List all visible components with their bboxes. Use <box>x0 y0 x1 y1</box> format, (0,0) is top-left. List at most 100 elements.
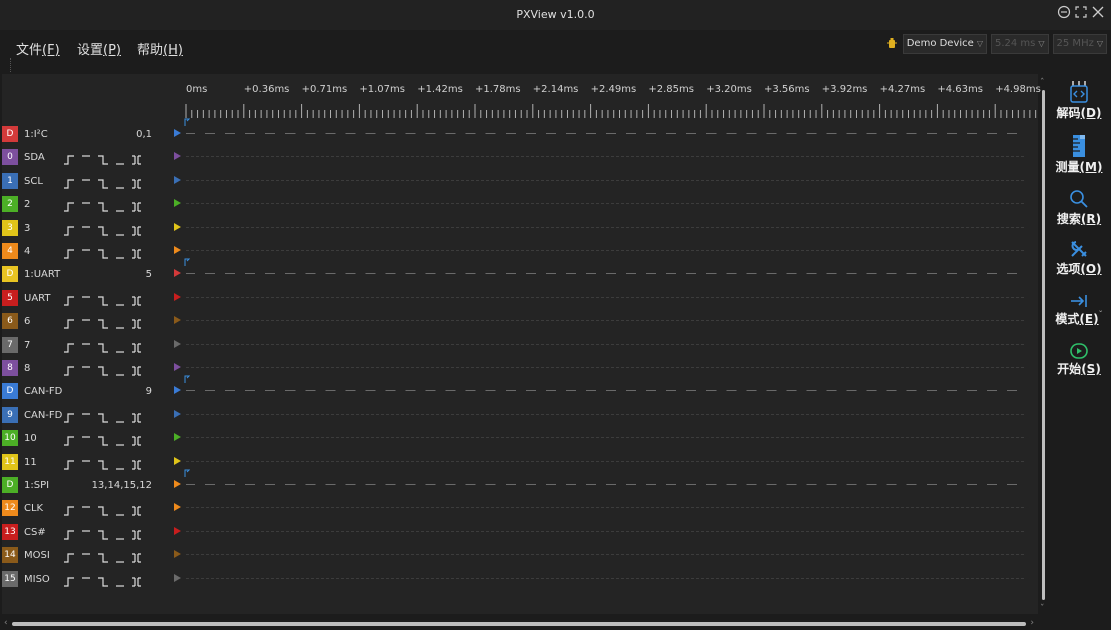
channel-badge[interactable]: 12 <box>2 500 18 517</box>
channel-badge[interactable]: 11 <box>2 453 18 470</box>
channel-name[interactable]: 1:I²C <box>24 129 48 140</box>
channel-badge[interactable]: 3 <box>2 219 18 236</box>
channel-marker-icon[interactable] <box>174 409 181 418</box>
channel-marker-icon[interactable] <box>174 129 181 137</box>
toolbar-grip[interactable] <box>10 58 13 72</box>
channel-marker-icon[interactable] <box>174 222 181 231</box>
decoder-row[interactable]: D 1:UART 5 <box>2 258 1032 285</box>
channel-badge[interactable]: 6 <box>2 313 18 330</box>
signal-trace[interactable] <box>186 554 1024 556</box>
mode-button[interactable]: 模式(E)ˇ <box>1050 292 1108 327</box>
signal-trace[interactable] <box>186 507 1024 509</box>
trigger-selector-icons[interactable] <box>62 339 154 358</box>
channel-marker-icon[interactable] <box>174 292 181 301</box>
channel-marker-icon[interactable] <box>174 433 181 442</box>
decode-button[interactable]: 解码(D) <box>1050 84 1108 121</box>
horizontal-scroll-thumb[interactable] <box>12 622 1026 626</box>
signal-trace[interactable] <box>186 413 1024 415</box>
channel-name[interactable]: 7 <box>24 340 30 351</box>
channel-row[interactable]: 33 <box>2 216 1032 239</box>
trigger-selector-icons[interactable] <box>62 292 154 311</box>
menu-file[interactable]: 文件(F) <box>16 39 60 58</box>
channel-marker-icon[interactable] <box>174 339 181 348</box>
channel-name[interactable]: MISO <box>24 574 50 585</box>
channel-name[interactable]: 4 <box>24 246 30 257</box>
channel-marker-icon[interactable] <box>174 316 181 325</box>
signal-trace[interactable] <box>186 367 1024 368</box>
trigger-selector-icons[interactable] <box>62 362 154 381</box>
signal-trace[interactable] <box>186 530 1024 532</box>
channel-badge[interactable]: 13 <box>2 523 18 540</box>
vertical-scrollbar[interactable]: ˆ ˇ <box>1040 78 1048 614</box>
channel-badge[interactable]: 4 <box>2 243 18 259</box>
trigger-selector-icons[interactable] <box>62 432 154 451</box>
channel-name[interactable]: 10 <box>24 433 37 444</box>
signal-trace[interactable] <box>186 577 1024 579</box>
signal-trace[interactable] <box>186 460 1024 462</box>
channel-marker-icon[interactable] <box>174 550 181 559</box>
channel-row[interactable]: 77 <box>2 333 1032 356</box>
measure-button[interactable]: 测量(M) <box>1050 134 1108 175</box>
signal-trace[interactable] <box>186 437 1024 439</box>
channel-badge[interactable]: 7 <box>2 336 18 353</box>
channel-badge[interactable]: 8 <box>2 360 18 376</box>
channel-badge[interactable]: 2 <box>2 196 18 213</box>
close-icon[interactable] <box>1091 5 1105 19</box>
channel-marker-icon[interactable] <box>174 175 181 184</box>
signal-trace[interactable] <box>186 226 1024 228</box>
trigger-selector-icons[interactable] <box>62 315 154 334</box>
channel-name[interactable]: 6 <box>24 316 30 327</box>
vertical-scroll-thumb[interactable] <box>1042 90 1045 600</box>
decoder-row[interactable]: D 1:I²C 0,1 <box>2 118 1032 145</box>
channel-marker-icon[interactable] <box>174 480 181 488</box>
horizontal-scrollbar[interactable]: ‹ › <box>4 618 1034 628</box>
channel-name[interactable]: 1:SPI <box>24 480 49 491</box>
decoder-row[interactable]: D CAN-FD 9 <box>2 375 1032 402</box>
channel-badge[interactable]: 1 <box>2 172 18 189</box>
channel-badge[interactable]: 5 <box>2 289 18 306</box>
trigger-selector-icons[interactable] <box>62 175 154 194</box>
trigger-selector-icons[interactable] <box>62 222 154 241</box>
trigger-selector-icons[interactable] <box>62 151 154 170</box>
decoder-trace[interactable] <box>186 390 1024 392</box>
trigger-selector-icons[interactable] <box>62 573 154 592</box>
menu-help[interactable]: 帮助(H) <box>137 39 183 58</box>
channel-name[interactable]: UART <box>24 293 51 304</box>
scroll-right-icon[interactable]: › <box>1030 618 1034 628</box>
channel-name[interactable]: SDA <box>24 152 45 163</box>
signal-trace[interactable] <box>186 343 1024 345</box>
channel-badge[interactable]: D <box>2 266 18 283</box>
channel-badge[interactable]: 15 <box>2 570 18 587</box>
channel-badge[interactable]: 0 <box>2 149 18 166</box>
channel-name[interactable]: 3 <box>24 223 30 234</box>
channel-name[interactable]: CS# <box>24 527 46 538</box>
channel-badge[interactable]: D <box>2 126 18 142</box>
channel-row[interactable]: 10 10 <box>2 426 1032 449</box>
channel-row[interactable]: 1 SCL <box>2 169 1032 192</box>
options-button[interactable]: 选项(O) <box>1050 238 1108 277</box>
channel-row[interactable]: 44 <box>2 239 1032 262</box>
channel-row[interactable]: 5 UART <box>2 286 1032 309</box>
decoder-trace[interactable] <box>186 484 1024 485</box>
channel-marker-icon[interactable] <box>174 152 181 161</box>
time-ruler[interactable]: 0ms +0.36ms +0.71ms +1.07ms +1.42ms +1.78ms +2… <box>178 74 1041 122</box>
trigger-selector-icons[interactable] <box>62 549 154 568</box>
decoder-trace[interactable] <box>186 133 1024 134</box>
channel-marker-icon[interactable] <box>174 456 181 465</box>
channel-badge[interactable]: D <box>2 477 18 493</box>
trigger-selector-icons[interactable] <box>62 245 154 264</box>
trigger-selector-icons[interactable] <box>62 409 154 428</box>
minimize-icon[interactable] <box>1057 5 1071 19</box>
sample-count-select[interactable]: 5.24 ms ▽ <box>990 34 1049 54</box>
device-select[interactable]: Demo Device ▽ <box>902 34 987 54</box>
channel-row[interactable]: 66 <box>2 309 1032 332</box>
scroll-down-icon[interactable]: ˇ <box>1040 604 1045 614</box>
signal-trace[interactable] <box>186 296 1024 298</box>
channel-row[interactable]: 88 <box>2 356 1032 379</box>
channel-name[interactable]: 1:UART <box>24 269 60 280</box>
menu-settings[interactable]: 设置(P) <box>77 39 121 58</box>
decoder-row[interactable]: D 1:SPI 13,14,15,12 <box>2 469 1032 496</box>
channel-badge[interactable]: 14 <box>2 547 18 564</box>
channel-marker-icon[interactable] <box>174 269 181 278</box>
decoder-trace[interactable] <box>186 273 1024 275</box>
